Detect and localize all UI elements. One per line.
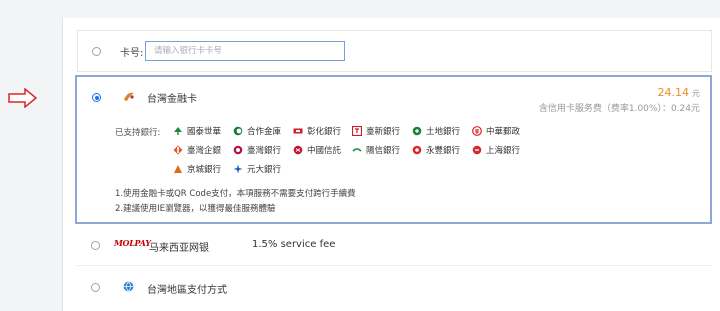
bank-ktb: 京城銀行 bbox=[173, 163, 221, 175]
ctbc-icon bbox=[293, 145, 303, 155]
scsb-icon bbox=[472, 145, 482, 155]
taishin-icon bbox=[352, 126, 362, 136]
malaysia-banking-option[interactable]: MOLPAY 马来西亚网银 1.5% service fee bbox=[77, 226, 712, 266]
malaysia-banking-radio[interactable] bbox=[91, 241, 100, 250]
note-line-2: 2.建議使用IE瀏覽器，以獲得最佳服務體驗 bbox=[115, 204, 276, 214]
bank-yuanta: 元大銀行 bbox=[233, 163, 281, 175]
yuanta-icon bbox=[233, 164, 243, 174]
bank-ctbc: 中國信託 bbox=[293, 144, 341, 156]
tcb-icon bbox=[233, 126, 243, 136]
bank-taishin: 臺新銀行 bbox=[352, 125, 400, 137]
chb-icon bbox=[293, 128, 303, 134]
taiwan-card-logo-icon bbox=[124, 92, 134, 101]
bank-tbb: 臺灣企銀 bbox=[173, 144, 221, 156]
bank-sunny: 陽信銀行 bbox=[352, 144, 400, 156]
pointer-arrow-icon bbox=[8, 88, 38, 108]
bank-post: 中華郵政 bbox=[472, 125, 520, 137]
taiwan-debit-card-title: 台灣金融卡 bbox=[147, 94, 197, 105]
tbb-icon bbox=[173, 145, 183, 155]
card-number-radio[interactable] bbox=[92, 47, 101, 56]
taiwan-debit-card-option[interactable]: 台灣金融卡 24.14 元 含信用卡服务费（费率1.00%）：0.24元 已支持銀… bbox=[75, 75, 712, 224]
service-fee-note: 含信用卡服务费（费率1.00%）：0.24元 bbox=[538, 104, 700, 114]
card-number-label: 卡号: bbox=[120, 48, 144, 59]
card-number-option[interactable]: 卡号: bbox=[77, 30, 712, 72]
note-line-1: 1.使用金融卡或QR Code支付，本項服務不需要支付跨行手續費 bbox=[115, 189, 356, 199]
post-icon bbox=[472, 126, 482, 136]
bank-landbank: 土地銀行 bbox=[412, 125, 460, 137]
ktb-icon bbox=[174, 165, 182, 173]
taiwan-region-title: 台灣地區支付方式 bbox=[147, 285, 227, 296]
cathay-tree-icon bbox=[174, 127, 182, 135]
bank-cathay: 國泰世華 bbox=[173, 125, 221, 137]
bot-icon bbox=[233, 145, 243, 155]
amount-display: 24.14 元 bbox=[658, 86, 701, 99]
malaysia-service-fee: 1.5% service fee bbox=[252, 239, 336, 250]
sunny-icon bbox=[352, 148, 362, 152]
amount-value: 24.14 bbox=[657, 86, 690, 99]
molpay-logo: MOLPAY bbox=[114, 238, 151, 248]
malaysia-banking-title: 马来西亚网银 bbox=[149, 243, 209, 254]
bank-scsb: 上海銀行 bbox=[472, 144, 520, 156]
landbank-icon bbox=[412, 126, 422, 136]
card-number-input[interactable] bbox=[145, 41, 345, 61]
bank-tcb: 合作金庫 bbox=[233, 125, 281, 137]
bank-sinopac: 永豐銀行 bbox=[412, 144, 460, 156]
supported-banks-label: 已支持銀行: bbox=[115, 128, 161, 138]
taiwan-region-radio[interactable] bbox=[91, 283, 100, 292]
taiwan-region-option[interactable]: 台灣地區支付方式 bbox=[77, 268, 712, 308]
bank-bot: 臺灣銀行 bbox=[233, 144, 281, 156]
globe-icon bbox=[123, 281, 134, 292]
amount-currency: 元 bbox=[692, 89, 700, 98]
bank-chb: 彰化銀行 bbox=[293, 125, 341, 137]
taiwan-debit-card-radio[interactable] bbox=[92, 93, 101, 102]
sinopac-icon bbox=[412, 145, 422, 155]
